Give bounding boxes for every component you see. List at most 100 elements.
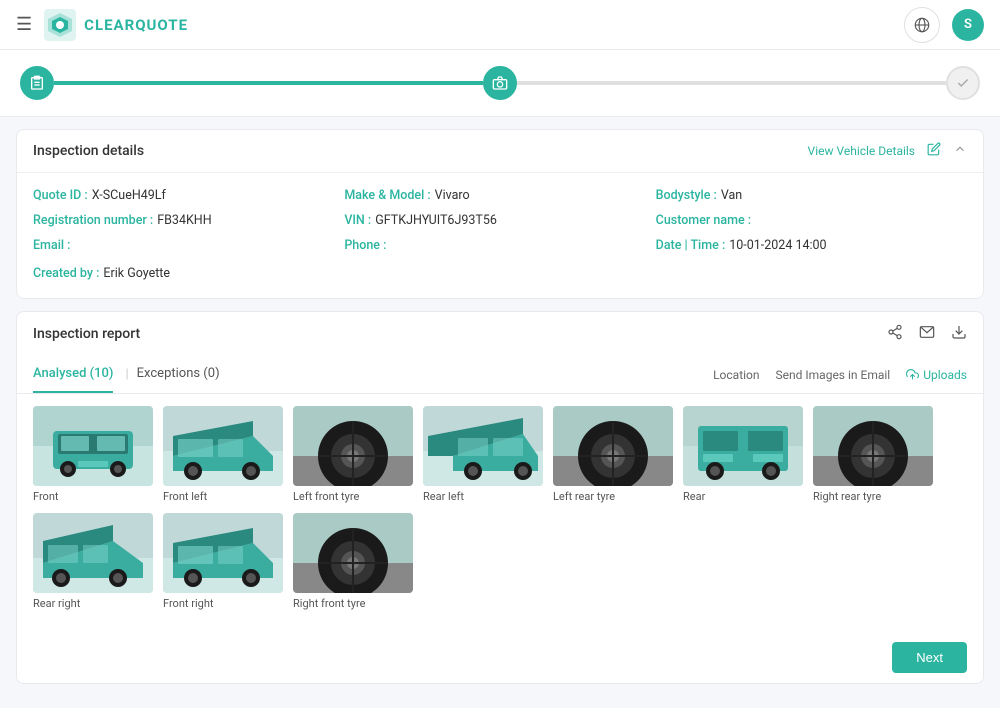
make-model-label: Make & Model : bbox=[344, 187, 430, 206]
tabs-right: Location Send Images in Email Uploads bbox=[713, 368, 967, 382]
image-label-front-right: Front right bbox=[163, 597, 213, 610]
hamburger-icon[interactable]: ☰ bbox=[16, 14, 32, 35]
user-avatar[interactable]: S bbox=[952, 9, 984, 41]
download-icon[interactable] bbox=[951, 324, 967, 344]
inspection-details-header: Inspection details View Vehicle Details bbox=[17, 130, 983, 173]
image-label-front-left: Front left bbox=[163, 490, 207, 503]
image-thumb-front-right bbox=[163, 513, 283, 593]
inspection-report-title: Inspection report bbox=[33, 326, 140, 342]
image-item-front-right[interactable]: Front right bbox=[163, 513, 283, 610]
tab-separator: | bbox=[125, 367, 128, 382]
image-label-rear-right: Rear right bbox=[33, 597, 80, 610]
tabs-left: Analysed (10) | Exceptions (0) bbox=[33, 356, 224, 393]
make-model-value: Vivaro bbox=[435, 187, 470, 206]
card-header-actions: View Vehicle Details bbox=[808, 142, 967, 160]
bodystyle-value: Van bbox=[721, 187, 742, 206]
location-action[interactable]: Location bbox=[713, 368, 759, 382]
progress-step-1[interactable] bbox=[20, 66, 54, 100]
inspection-report-card: Inspection report bbox=[16, 311, 984, 684]
inspection-report-header: Inspection report bbox=[17, 312, 983, 356]
globe-icon bbox=[913, 16, 931, 34]
tab-exceptions[interactable]: Exceptions (0) bbox=[137, 356, 220, 393]
report-actions bbox=[887, 324, 967, 344]
bodystyle-row: Bodystyle : Van bbox=[656, 187, 967, 206]
image-item-left-front-tyre[interactable]: Left front tyre bbox=[293, 406, 413, 503]
next-button[interactable]: Next bbox=[892, 642, 967, 673]
upload-icon bbox=[906, 368, 919, 381]
tabs-section: Analysed (10) | Exceptions (0) Location … bbox=[17, 356, 983, 394]
view-vehicle-link[interactable]: View Vehicle Details bbox=[808, 144, 915, 158]
image-item-right-rear-tyre[interactable]: Right rear tyre bbox=[813, 406, 933, 503]
vin-row: VIN : GFTKJHYUIT6J93T56 bbox=[344, 212, 655, 231]
image-thumb-left-rear-tyre bbox=[553, 406, 673, 486]
inspection-details-title: Inspection details bbox=[33, 143, 144, 159]
image-item-front[interactable]: Front bbox=[33, 406, 153, 503]
details-grid: Quote ID : X-SCueH49Lf Registration numb… bbox=[33, 187, 967, 255]
email-row: Email : bbox=[33, 237, 344, 256]
header: ☰ CLEARQUOTE S bbox=[0, 0, 1000, 50]
bodystyle-label: Bodystyle : bbox=[656, 187, 717, 206]
image-thumb-rear bbox=[683, 406, 803, 486]
reg-value: FB34KHH bbox=[157, 212, 211, 231]
check-icon bbox=[956, 76, 970, 90]
logo: CLEARQUOTE bbox=[44, 9, 188, 41]
phone-row: Phone : bbox=[344, 237, 655, 256]
image-label-front: Front bbox=[33, 490, 59, 503]
collapse-icon[interactable] bbox=[953, 142, 967, 160]
image-grid: Front bbox=[17, 394, 983, 632]
image-item-rear[interactable]: Rear bbox=[683, 406, 803, 503]
reg-label: Registration number : bbox=[33, 212, 153, 231]
image-label-right-front-tyre: Right front tyre bbox=[293, 597, 365, 610]
image-item-front-left[interactable]: Front left bbox=[163, 406, 283, 503]
image-item-left-rear-tyre[interactable]: Left rear tyre bbox=[553, 406, 673, 503]
bottom-bar: Next bbox=[17, 632, 983, 683]
customer-name-row: Customer name : bbox=[656, 212, 967, 231]
date-time-value: 10-01-2024 14:00 bbox=[729, 237, 826, 256]
vin-label: VIN : bbox=[344, 212, 371, 231]
logo-text: CLEARQUOTE bbox=[84, 16, 188, 34]
customer-name-label: Customer name : bbox=[656, 212, 751, 231]
image-item-right-front-tyre[interactable]: Right front tyre bbox=[293, 513, 413, 610]
image-thumb-front bbox=[33, 406, 153, 486]
reg-row: Registration number : FB34KHH bbox=[33, 212, 344, 231]
progress-step-check[interactable] bbox=[946, 66, 980, 100]
logo-svg-icon bbox=[44, 9, 76, 41]
image-label-left-front-tyre: Left front tyre bbox=[293, 490, 359, 503]
email-label: Email : bbox=[33, 237, 70, 256]
quote-id-row: Quote ID : X-SCueH49Lf bbox=[33, 187, 344, 206]
vin-value: GFTKJHYUIT6J93T56 bbox=[375, 212, 497, 231]
progress-step-2[interactable] bbox=[483, 66, 517, 100]
email-icon[interactable] bbox=[919, 324, 935, 344]
image-thumb-left-front-tyre bbox=[293, 406, 413, 486]
image-label-rear: Rear bbox=[683, 490, 705, 503]
detail-col-3: Bodystyle : Van Customer name : Date | T… bbox=[656, 187, 967, 255]
progress-bar bbox=[20, 66, 980, 100]
progress-line-filled bbox=[54, 81, 483, 85]
edit-icon[interactable] bbox=[927, 142, 941, 160]
image-item-rear-right[interactable]: Rear right bbox=[33, 513, 153, 610]
detail-col-1: Quote ID : X-SCueH49Lf Registration numb… bbox=[33, 187, 344, 255]
globe-button[interactable] bbox=[904, 7, 940, 43]
image-label-left-rear-tyre: Left rear tyre bbox=[553, 490, 615, 503]
inspection-details-card: Inspection details View Vehicle Details bbox=[16, 129, 984, 299]
uploads-action[interactable]: Uploads bbox=[906, 368, 967, 382]
image-label-rear-left: Rear left bbox=[423, 490, 464, 503]
image-item-rear-left[interactable]: Rear left bbox=[423, 406, 543, 503]
uploads-label: Uploads bbox=[923, 368, 967, 382]
clipboard-icon bbox=[29, 75, 45, 91]
main-content: Inspection details View Vehicle Details bbox=[0, 117, 1000, 708]
share-icon[interactable] bbox=[887, 324, 903, 344]
image-label-right-rear-tyre: Right rear tyre bbox=[813, 490, 881, 503]
header-left: ☰ CLEARQUOTE bbox=[16, 9, 188, 41]
image-thumb-rear-left bbox=[423, 406, 543, 486]
image-row-2: Rear right bbox=[33, 513, 967, 610]
image-thumb-rear-right bbox=[33, 513, 153, 593]
quote-id-value: X-SCueH49Lf bbox=[92, 187, 166, 206]
date-time-label: Date | Time : bbox=[656, 237, 726, 256]
header-right: S bbox=[904, 7, 984, 43]
image-thumb-right-front-tyre bbox=[293, 513, 413, 593]
image-thumb-front-left bbox=[163, 406, 283, 486]
tab-analysed[interactable]: Analysed (10) bbox=[33, 356, 113, 393]
send-images-action[interactable]: Send Images in Email bbox=[776, 368, 891, 382]
created-by-label: Created by : bbox=[33, 265, 99, 284]
